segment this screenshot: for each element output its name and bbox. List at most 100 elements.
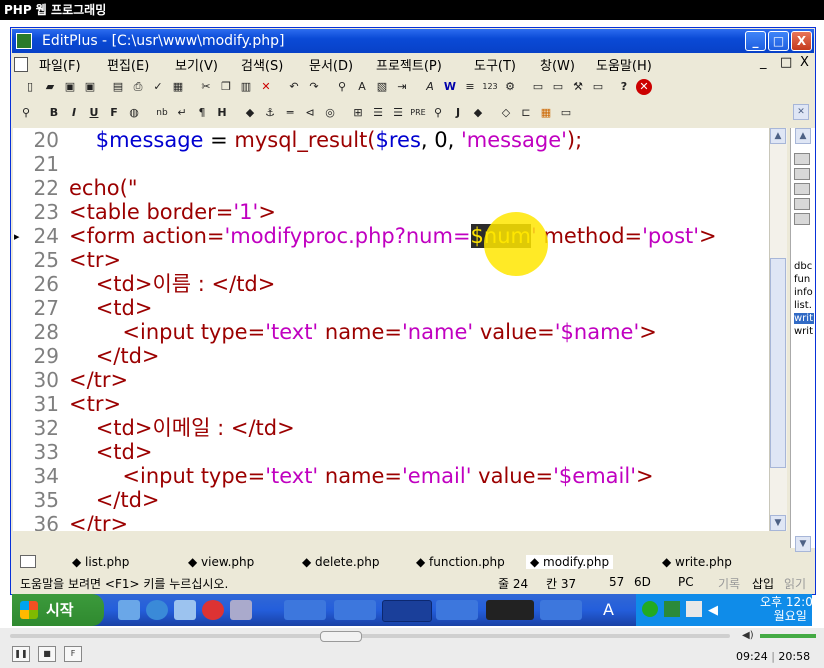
doc-restore-button[interactable]: □ xyxy=(780,55,792,70)
break-icon[interactable]: ↵ xyxy=(174,105,190,121)
side-file-item[interactable]: info xyxy=(794,287,813,298)
task-app-icon[interactable] xyxy=(334,600,376,620)
tray-security-icon[interactable] xyxy=(664,601,680,617)
tray-clock[interactable]: 오후 12:05 월요일 xyxy=(760,595,820,623)
volume-slider[interactable] xyxy=(760,634,816,638)
tag-icon[interactable]: ◇ xyxy=(498,105,514,121)
css-icon[interactable]: ◆ xyxy=(470,105,486,121)
heading-icon[interactable]: H xyxy=(214,105,230,121)
bold-icon[interactable]: B xyxy=(46,105,62,121)
task-cmd-icon[interactable] xyxy=(486,600,534,620)
task-pen-icon[interactable] xyxy=(436,600,478,620)
side-file-item[interactable]: list. xyxy=(794,300,812,311)
side-file-item[interactable]: writ xyxy=(794,313,814,324)
editor-scrollbar[interactable]: ▲ ▼ xyxy=(769,128,787,531)
save-icon[interactable]: ▣ xyxy=(62,79,78,95)
tools-icon[interactable]: ⚒ xyxy=(570,79,586,95)
font-icon[interactable]: A xyxy=(422,79,438,95)
javascript-icon[interactable]: J xyxy=(450,105,466,121)
fullscreen-button[interactable]: F xyxy=(64,646,82,662)
task-window-icon[interactable] xyxy=(540,600,582,620)
scroll-down-icon[interactable]: ▼ xyxy=(770,515,786,531)
pane-scroll-down-icon[interactable]: ▼ xyxy=(795,536,811,552)
quicklaunch-desktop-icon[interactable] xyxy=(174,600,196,620)
tab-delete[interactable]: ◆ delete.php xyxy=(302,555,380,569)
folder-icon[interactable] xyxy=(794,168,810,180)
menu-project[interactable]: 프로젝트(P) xyxy=(376,55,442,74)
document-icon[interactable] xyxy=(14,57,28,72)
close-button[interactable]: X xyxy=(791,31,812,51)
redo-icon[interactable]: ↷ xyxy=(306,79,322,95)
list-icon[interactable]: ☰ xyxy=(390,105,406,121)
settings-icon[interactable]: ⚙ xyxy=(502,79,518,95)
window-icon[interactable]: ▭ xyxy=(530,79,546,95)
find-icon[interactable]: ⚲ xyxy=(334,79,350,95)
side-file-item[interactable]: writ xyxy=(794,326,813,337)
menu-file[interactable]: 파일(F) xyxy=(39,55,81,74)
menu-edit[interactable]: 편집(E) xyxy=(107,55,149,74)
link-icon[interactable]: ◆ xyxy=(242,105,258,121)
font-tag-icon[interactable]: F xyxy=(106,105,122,121)
find-in-files-icon[interactable]: ▧ xyxy=(374,79,390,95)
volume-icon[interactable]: ◀) xyxy=(742,630,754,641)
paste-icon[interactable]: ▥ xyxy=(238,79,254,95)
side-file-item[interactable]: fun xyxy=(794,274,810,285)
tab-function[interactable]: ◆ function.php xyxy=(416,555,505,569)
properties-icon[interactable]: ▦ xyxy=(170,79,186,95)
side-file-item[interactable]: dbc xyxy=(794,261,812,272)
pre-icon[interactable]: PRE xyxy=(410,105,426,121)
hr-icon[interactable]: ═ xyxy=(282,105,298,121)
doc-close-button[interactable]: X xyxy=(800,55,809,70)
tab-modify[interactable]: ◆ modify.php xyxy=(526,555,614,569)
save-all-icon[interactable]: ▣ xyxy=(82,79,98,95)
menu-document[interactable]: 문서(D) xyxy=(309,55,353,74)
image-icon[interactable]: ◎ xyxy=(322,105,338,121)
tile-icon[interactable]: ▭ xyxy=(550,79,566,95)
quicklaunch-explorer-icon[interactable] xyxy=(118,600,140,620)
menu-help[interactable]: 도움말(H) xyxy=(596,55,652,74)
ruler-icon[interactable]: ≡ xyxy=(462,79,478,95)
delete-icon[interactable]: ✕ xyxy=(258,79,274,95)
maximize-button[interactable]: □ xyxy=(768,31,789,51)
form-icon[interactable]: ⚲ xyxy=(430,105,446,121)
zoom-icon[interactable]: ⚲ xyxy=(18,105,34,121)
anchor-icon[interactable]: ⚓ xyxy=(262,105,278,121)
tab-list[interactable]: ◆ list.php xyxy=(72,555,129,569)
paragraph-icon[interactable]: ¶ xyxy=(194,105,210,121)
code-editor[interactable]: 20 $message = mysql_result($res, 0, 'mes… xyxy=(13,128,769,531)
pane-scroll-up-icon[interactable]: ▲ xyxy=(795,128,811,144)
scroll-thumb[interactable] xyxy=(770,258,786,468)
undo-icon[interactable]: ↶ xyxy=(286,79,302,95)
color-icon[interactable]: ◍ xyxy=(126,105,142,121)
print-preview-icon[interactable]: ▤ xyxy=(110,79,126,95)
seek-bar[interactable] xyxy=(10,634,730,638)
tab-write[interactable]: ◆ write.php xyxy=(662,555,732,569)
quicklaunch-media-icon[interactable] xyxy=(202,600,224,620)
menu-window[interactable]: 창(W) xyxy=(540,55,575,74)
stop-button[interactable]: ■ xyxy=(38,646,56,662)
menu-tools[interactable]: 도구(T) xyxy=(474,55,516,74)
center-icon[interactable]: ☰ xyxy=(370,105,386,121)
pause-button[interactable]: ❚❚ xyxy=(12,646,30,662)
new-file-icon[interactable]: ▯ xyxy=(22,79,38,95)
menu-view[interactable]: 보기(V) xyxy=(175,55,218,74)
seek-knob[interactable] xyxy=(320,631,362,642)
minimize-button[interactable]: _ xyxy=(745,31,766,51)
menu-search[interactable]: 검색(S) xyxy=(241,55,283,74)
stop-icon[interactable]: ✕ xyxy=(636,79,652,95)
task-folder-icon[interactable] xyxy=(284,600,326,620)
quicklaunch-ie-icon[interactable] xyxy=(146,600,168,620)
help-icon[interactable]: ? xyxy=(616,79,632,95)
tray-device-icon[interactable] xyxy=(686,601,702,617)
folder-icon[interactable] xyxy=(794,153,810,165)
tray-ime-icon[interactable]: A xyxy=(603,600,614,619)
browser-icon[interactable]: ▭ xyxy=(590,79,606,95)
tab-view[interactable]: ◆ view.php xyxy=(188,555,254,569)
copy-icon[interactable]: ❐ xyxy=(218,79,234,95)
start-button[interactable]: 시작 xyxy=(12,594,104,626)
line-number-icon[interactable]: 123 xyxy=(482,79,498,95)
folder-icon[interactable] xyxy=(794,183,810,195)
goto-line-icon[interactable]: ⇥ xyxy=(394,79,410,95)
italic-icon[interactable]: I xyxy=(66,105,82,121)
replace-icon[interactable]: A xyxy=(354,79,370,95)
